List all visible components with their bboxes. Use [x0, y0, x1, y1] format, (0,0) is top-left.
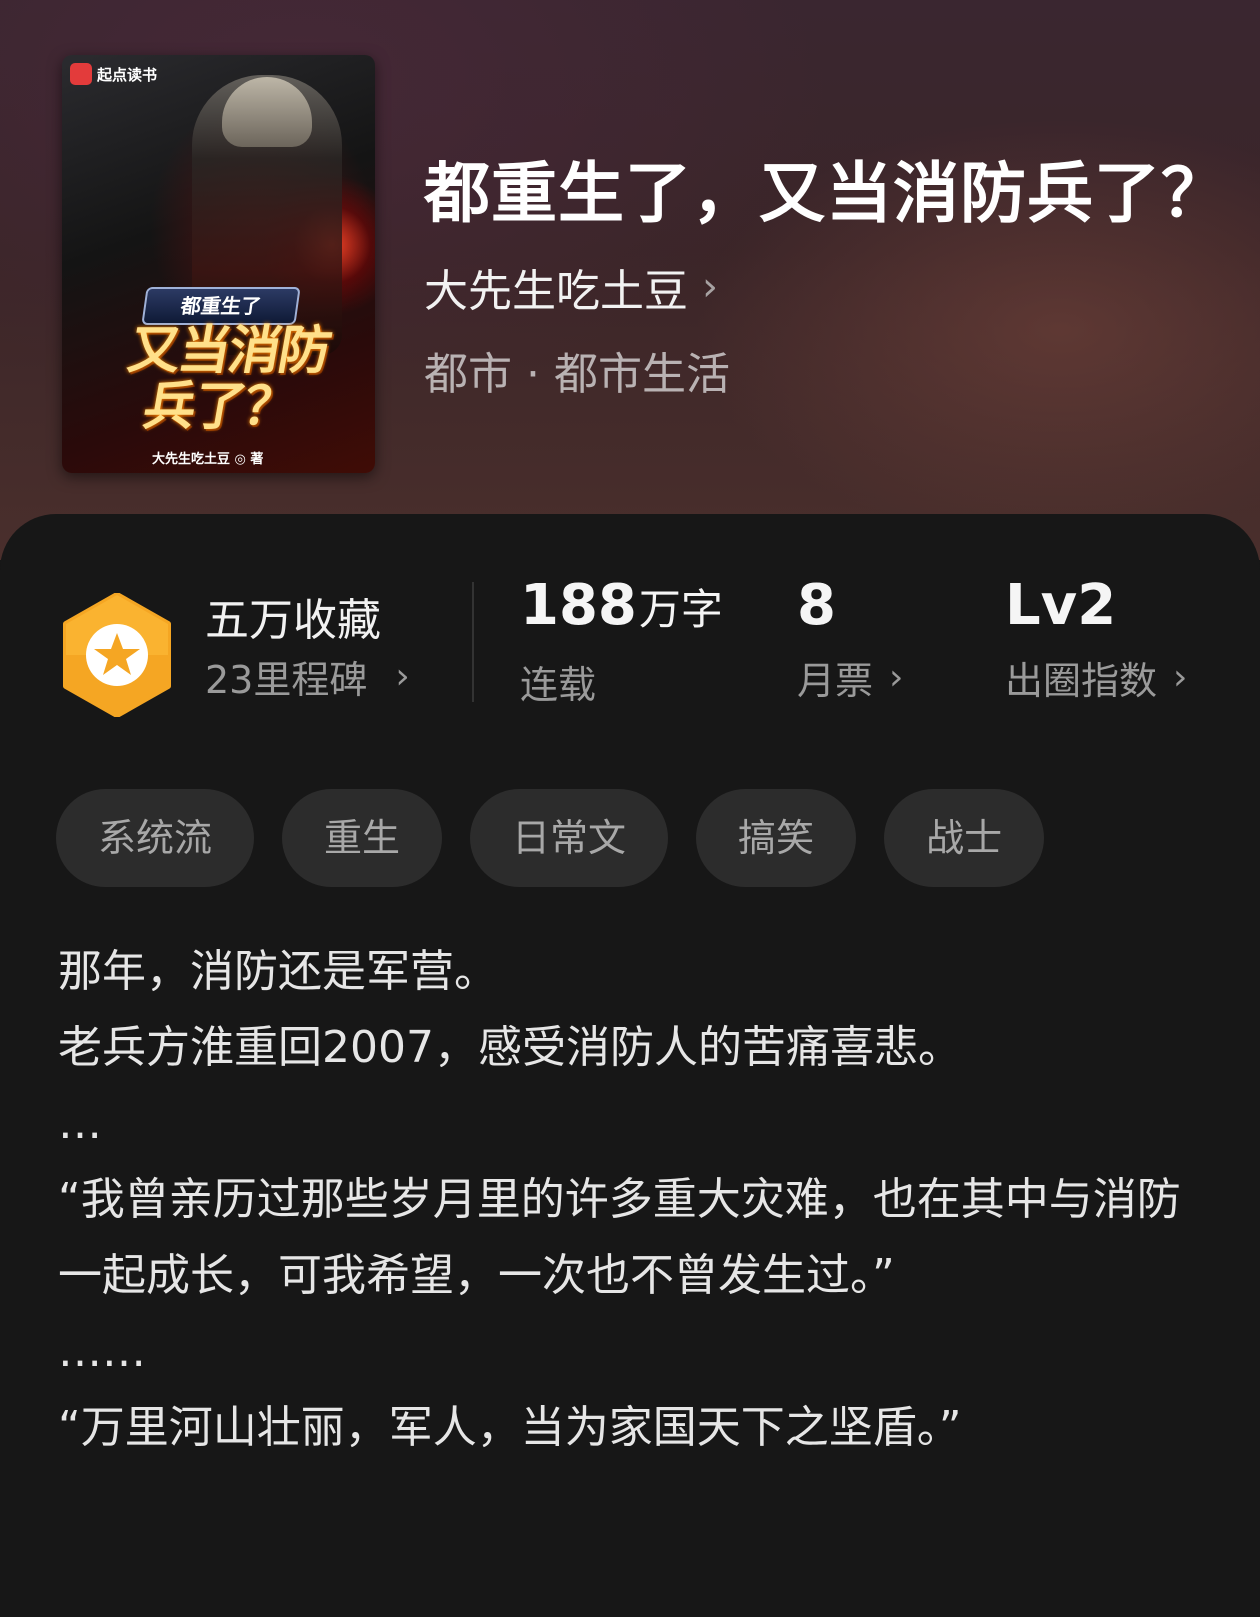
synopsis-paragraph: 那年，消防还是军营。: [58, 946, 498, 997]
synopsis-paragraph: 老兵方淮重回2007，感受消防人的苦痛喜悲。: [58, 1022, 962, 1073]
influence-text: 出圈指数: [1005, 659, 1158, 703]
tag-chip[interactable]: 日常文: [470, 789, 669, 887]
book-title: 都重生了，又当消防兵了？: [424, 154, 1228, 232]
author-link[interactable]: 大先生吃土豆 ›: [424, 255, 718, 319]
cover-title-line1: 又当消防: [123, 320, 335, 381]
cover-logo-text: 起点读书: [97, 65, 158, 84]
chevron-right-icon: ›: [889, 657, 904, 698]
star-hexagon-icon: [62, 593, 172, 717]
publisher-logo-icon: [70, 63, 92, 85]
influence-value: Lv2: [1005, 573, 1117, 638]
word-count-label: 连载: [520, 654, 723, 709]
chevron-right-icon: ›: [702, 264, 718, 310]
book-cover[interactable]: 起点读书 都重生了 又当消防 兵了？ 大先生吃土豆 ◎ 著: [62, 55, 375, 473]
book-synopsis[interactable]: 那年，消防还是军营。 老兵方淮重回2007，感受消防人的苦痛喜悲。 … “我曾亲…: [58, 934, 1208, 1466]
word-count-unit: 万字: [638, 585, 723, 634]
collect-subtitle: 23里程碑: [205, 658, 368, 702]
word-count-value: 188万字: [520, 574, 723, 642]
cover-title: 又当消防 兵了？: [74, 320, 374, 437]
cover-publisher-logo: 起点读书: [70, 63, 157, 85]
tag-chip[interactable]: 战士: [884, 789, 1045, 887]
stat-word-count: 188万字 连载: [520, 574, 723, 709]
monthly-ticket-value: 8: [797, 573, 836, 638]
serial-status: 连载: [520, 663, 597, 707]
word-count-number: 188: [520, 573, 637, 638]
collect-title: 五万收藏: [205, 595, 381, 646]
synopsis-paragraph: “我曾亲历过那些岁月里的许多重大灾难，也在其中与消防一起成长，可我希望，一次也不…: [58, 1174, 1181, 1301]
stat-influence-index[interactable]: Lv2 出圈指数 ›: [1005, 574, 1187, 705]
synopsis-paragraph: “万里河山壮丽，军人，当为家国天下之坚盾。”: [58, 1402, 962, 1453]
monthly-ticket-label: 月票 ›: [797, 650, 903, 705]
cover-author-credit: 大先生吃土豆 ◎ 著: [152, 452, 264, 467]
tag-list: 系统流 重生 日常文 搞笑 战士: [56, 789, 1045, 887]
cover-title-line2: 兵了？: [138, 376, 300, 437]
stat-monthly-ticket[interactable]: 8 月票 ›: [797, 574, 903, 705]
monthly-ticket-text: 月票: [797, 659, 874, 703]
author-name: 大先生吃土豆: [424, 266, 688, 317]
chevron-right-icon: ›: [1173, 657, 1188, 698]
influence-label: 出圈指数 ›: [1005, 650, 1187, 705]
book-genre: 都市 · 都市生活: [424, 349, 730, 400]
book-header: 起点读书 都重生了 又当消防 兵了？ 大先生吃土豆 ◎ 著 都重生了，又当消防兵…: [0, 0, 1260, 560]
collect-milestone-link[interactable]: 23里程碑 ›: [205, 649, 410, 704]
tag-chip[interactable]: 搞笑: [696, 789, 857, 887]
tag-chip[interactable]: 重生: [282, 789, 443, 887]
tag-chip[interactable]: 系统流: [56, 789, 255, 887]
stats-divider: [472, 582, 474, 702]
chevron-right-icon: ›: [395, 656, 410, 697]
stats-row: 五万收藏 23里程碑 › 188万字 连载 8 月票 › Lv2 出圈指数 ›: [0, 514, 1260, 734]
synopsis-paragraph: …: [58, 1098, 102, 1149]
book-detail-panel: 五万收藏 23里程碑 › 188万字 连载 8 月票 › Lv2 出圈指数 › …: [0, 514, 1260, 1617]
synopsis-paragraph: ……: [58, 1326, 146, 1377]
